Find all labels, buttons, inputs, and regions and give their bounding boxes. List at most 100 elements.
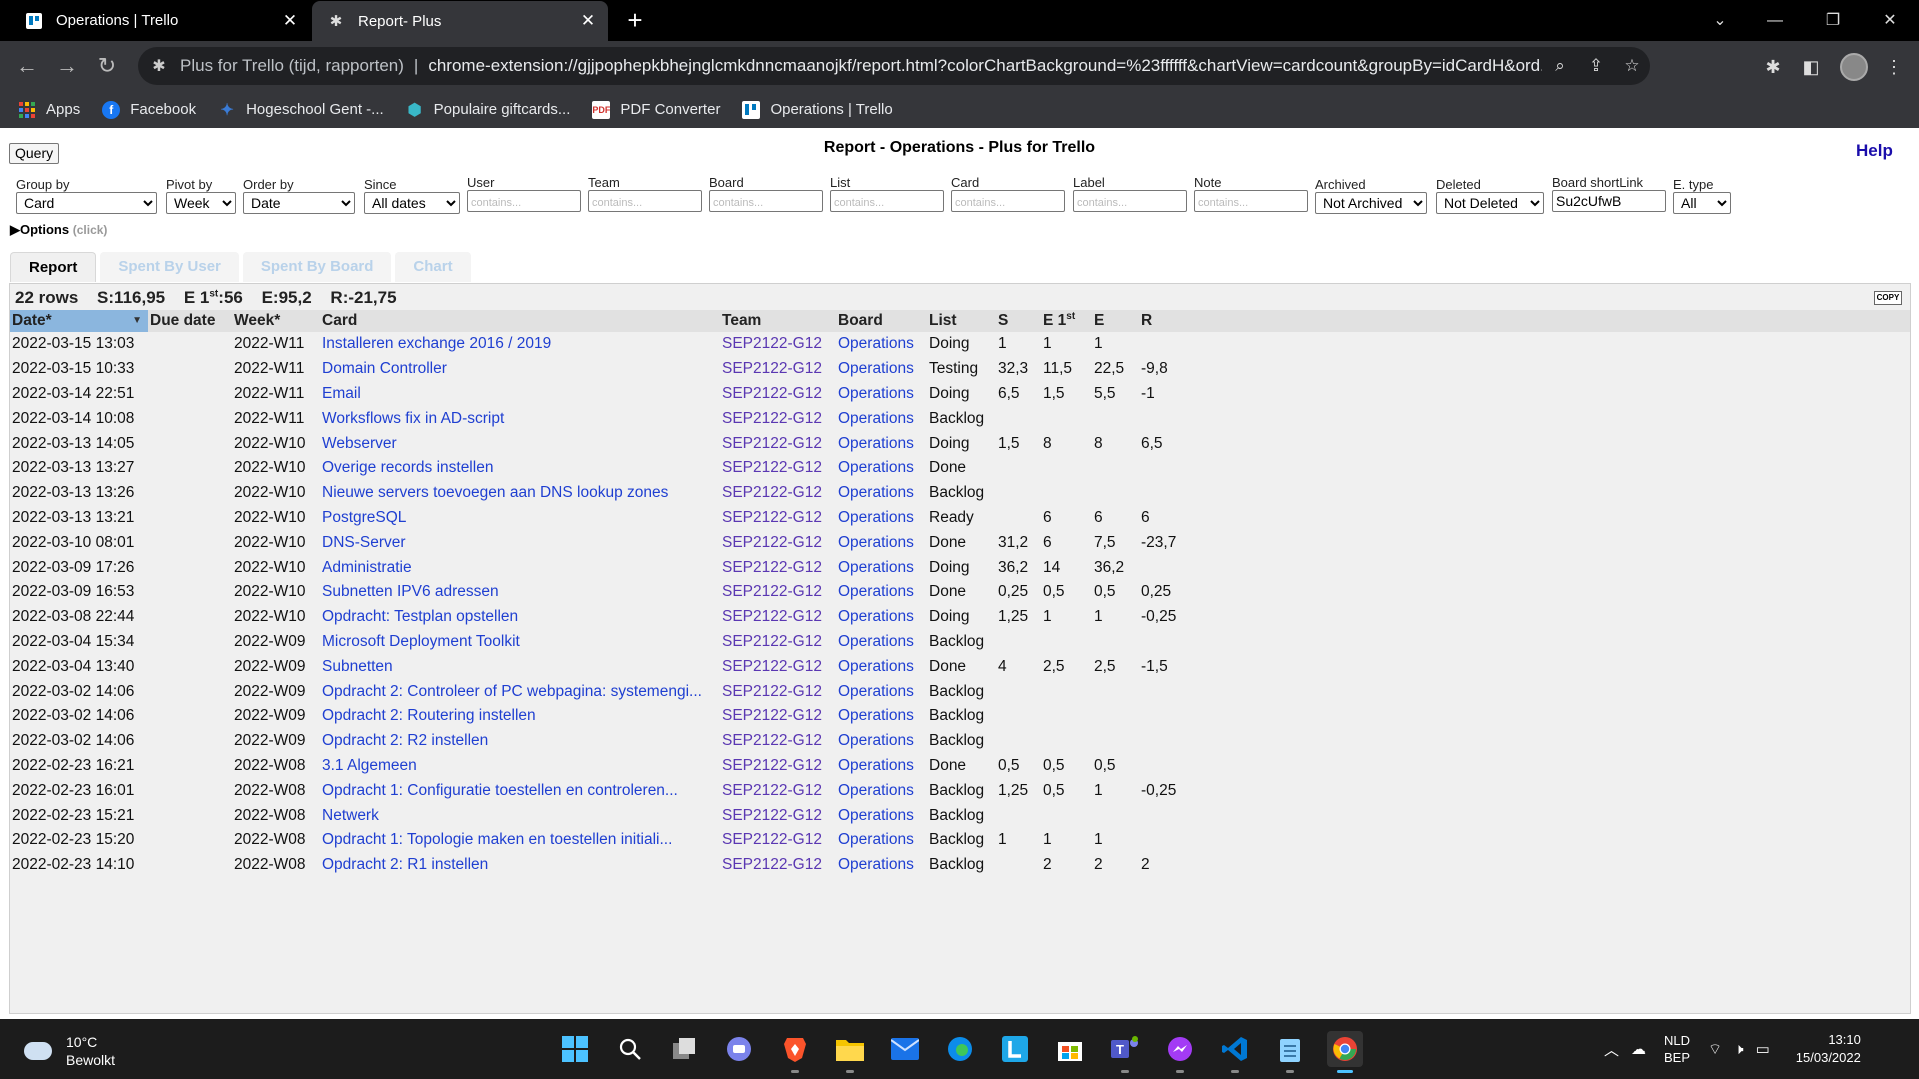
col-date-header[interactable]: Date* ▼ (10, 310, 148, 332)
edge-icon[interactable] (942, 1031, 978, 1067)
tab-chart[interactable]: Chart (395, 252, 471, 282)
task-view-icon[interactable] (667, 1031, 703, 1067)
minimize-icon[interactable]: — (1755, 6, 1795, 36)
board-link[interactable]: Operations (836, 332, 927, 357)
team-link[interactable]: SEP2122-G12 (720, 357, 836, 382)
tab-operations-trello[interactable]: Operations | Trello ✕ (10, 0, 310, 41)
board-link[interactable]: Operations (836, 679, 927, 704)
since-select[interactable]: All dates (364, 192, 460, 214)
board-shortlink-input[interactable] (1552, 190, 1666, 212)
chrome-icon[interactable] (1327, 1031, 1363, 1073)
board-link[interactable]: Operations (836, 778, 927, 803)
share-icon[interactable]: ⇪ (1578, 56, 1614, 76)
board-link[interactable]: Operations (836, 803, 927, 828)
card-link[interactable]: Netwerk (320, 803, 720, 828)
teams-icon[interactable]: T (1107, 1031, 1143, 1073)
profile-avatar-icon[interactable] (1840, 53, 1868, 81)
bookmark-hogeschool[interactable]: ✦ Hogeschool Gent -... (218, 101, 383, 119)
board-link[interactable]: Operations (836, 555, 927, 580)
card-link[interactable]: Opdracht: Testplan opstellen (320, 605, 720, 630)
back-arrow-icon[interactable]: ← (12, 51, 42, 81)
card-link[interactable]: Subnetten IPV6 adressen (320, 580, 720, 605)
onedrive-cloud-icon[interactable]: ☁ (1631, 1040, 1646, 1058)
board-link[interactable]: Operations (836, 456, 927, 481)
chat-icon[interactable] (721, 1031, 757, 1067)
tab-close-icon[interactable]: ✕ (276, 11, 304, 31)
card-link[interactable]: Opdracht 2: R2 instellen (320, 729, 720, 754)
col-card-header[interactable]: Card (320, 310, 720, 332)
team-link[interactable]: SEP2122-G12 (720, 704, 836, 729)
volume-icon[interactable]: 🕨 (1734, 1041, 1743, 1058)
extensions-puzzle-icon[interactable]: ✱ (1759, 53, 1787, 81)
team-link[interactable]: SEP2122-G12 (720, 332, 836, 357)
team-link[interactable]: SEP2122-G12 (720, 555, 836, 580)
start-icon[interactable] (557, 1031, 593, 1067)
bookmark-operations-trello[interactable]: Operations | Trello (742, 100, 893, 119)
col-r-header[interactable]: R (1139, 310, 1910, 332)
board-link[interactable]: Operations (836, 580, 927, 605)
bookmark-facebook[interactable]: f Facebook (102, 100, 196, 119)
col-e-header[interactable]: E (1092, 310, 1139, 332)
label-input[interactable] (1073, 190, 1187, 212)
team-input[interactable] (588, 190, 702, 212)
chevron-up-icon[interactable]: ︿ (1604, 1039, 1619, 1060)
team-link[interactable]: SEP2122-G12 (720, 729, 836, 754)
card-input[interactable] (951, 190, 1065, 212)
tab-report-plus[interactable]: ✱ Report- Plus ✕ (312, 1, 608, 41)
board-link[interactable]: Operations (836, 357, 927, 382)
board-link[interactable]: Operations (836, 382, 927, 407)
board-link[interactable]: Operations (836, 630, 927, 655)
search-icon[interactable] (612, 1031, 648, 1067)
col-list-header[interactable]: List (927, 310, 996, 332)
col-e-first-header[interactable]: E 1st (1041, 310, 1092, 332)
clock[interactable]: 13:10 15/03/2022 (1796, 1031, 1861, 1067)
col-due-date-header[interactable]: Due date (148, 310, 232, 332)
card-link[interactable]: Nieuwe servers toevoegen aan DNS lookup … (320, 481, 720, 506)
col-s-header[interactable]: S (996, 310, 1041, 332)
card-link[interactable]: 3.1 Algemeen (320, 754, 720, 779)
card-link[interactable]: PostgreSQL (320, 506, 720, 531)
tab-spent-by-board[interactable]: Spent By Board (242, 252, 392, 282)
pivot-by-select[interactable]: Week (166, 192, 236, 214)
board-link[interactable]: Operations (836, 853, 927, 878)
weather-widget[interactable]: 10°C Bewolkt (24, 1033, 115, 1069)
card-link[interactable]: DNS-Server (320, 530, 720, 555)
card-link[interactable]: Webserver (320, 431, 720, 456)
board-link[interactable]: Operations (836, 406, 927, 431)
card-link[interactable]: Administratie (320, 555, 720, 580)
board-link[interactable]: Operations (836, 431, 927, 456)
address-bar[interactable]: ✱ Plus for Trello (tijd, rapporten) | ch… (138, 47, 1650, 85)
l-app-icon[interactable] (997, 1031, 1033, 1067)
card-link[interactable]: Opdracht 2: Controleer of PC webpagina: … (320, 679, 720, 704)
tab-close-icon[interactable]: ✕ (574, 11, 602, 31)
board-link[interactable]: Operations (836, 754, 927, 779)
team-link[interactable]: SEP2122-G12 (720, 530, 836, 555)
e-type-select[interactable]: All (1673, 192, 1731, 214)
board-link[interactable]: Operations (836, 729, 927, 754)
card-link[interactable]: Worksflows fix in AD-script (320, 406, 720, 431)
battery-icon[interactable]: ▭ (1756, 1040, 1770, 1058)
list-input[interactable] (830, 190, 944, 212)
url-text[interactable]: chrome-extension://gjjpophepkbhejnglcmkd… (428, 56, 1542, 76)
tab-search-chevron-icon[interactable]: ⌄ (1700, 6, 1740, 36)
side-panel-icon[interactable]: ◧ (1797, 53, 1825, 81)
card-link[interactable]: Opdracht 2: Routering instellen (320, 704, 720, 729)
brave-icon[interactable] (777, 1031, 813, 1073)
team-link[interactable]: SEP2122-G12 (720, 431, 836, 456)
deleted-select[interactable]: Not Deleted (1436, 192, 1544, 214)
team-link[interactable]: SEP2122-G12 (720, 679, 836, 704)
team-link[interactable]: SEP2122-G12 (720, 382, 836, 407)
group-by-select[interactable]: Card (16, 192, 157, 214)
wifi-icon[interactable]: ⌔ (1708, 1040, 1722, 1059)
restore-icon[interactable]: ❐ (1813, 6, 1853, 36)
query-button[interactable]: Query (9, 143, 60, 164)
card-link[interactable]: Opdracht 2: R1 instellen (320, 853, 720, 878)
zoom-search-icon[interactable]: ⌕ (1542, 56, 1578, 76)
team-link[interactable]: SEP2122-G12 (720, 778, 836, 803)
board-link[interactable]: Operations (836, 481, 927, 506)
team-link[interactable]: SEP2122-G12 (720, 654, 836, 679)
team-link[interactable]: SEP2122-G12 (720, 630, 836, 655)
team-link[interactable]: SEP2122-G12 (720, 481, 836, 506)
copy-button[interactable]: COPY (1874, 291, 1902, 305)
board-link[interactable]: Operations (836, 605, 927, 630)
